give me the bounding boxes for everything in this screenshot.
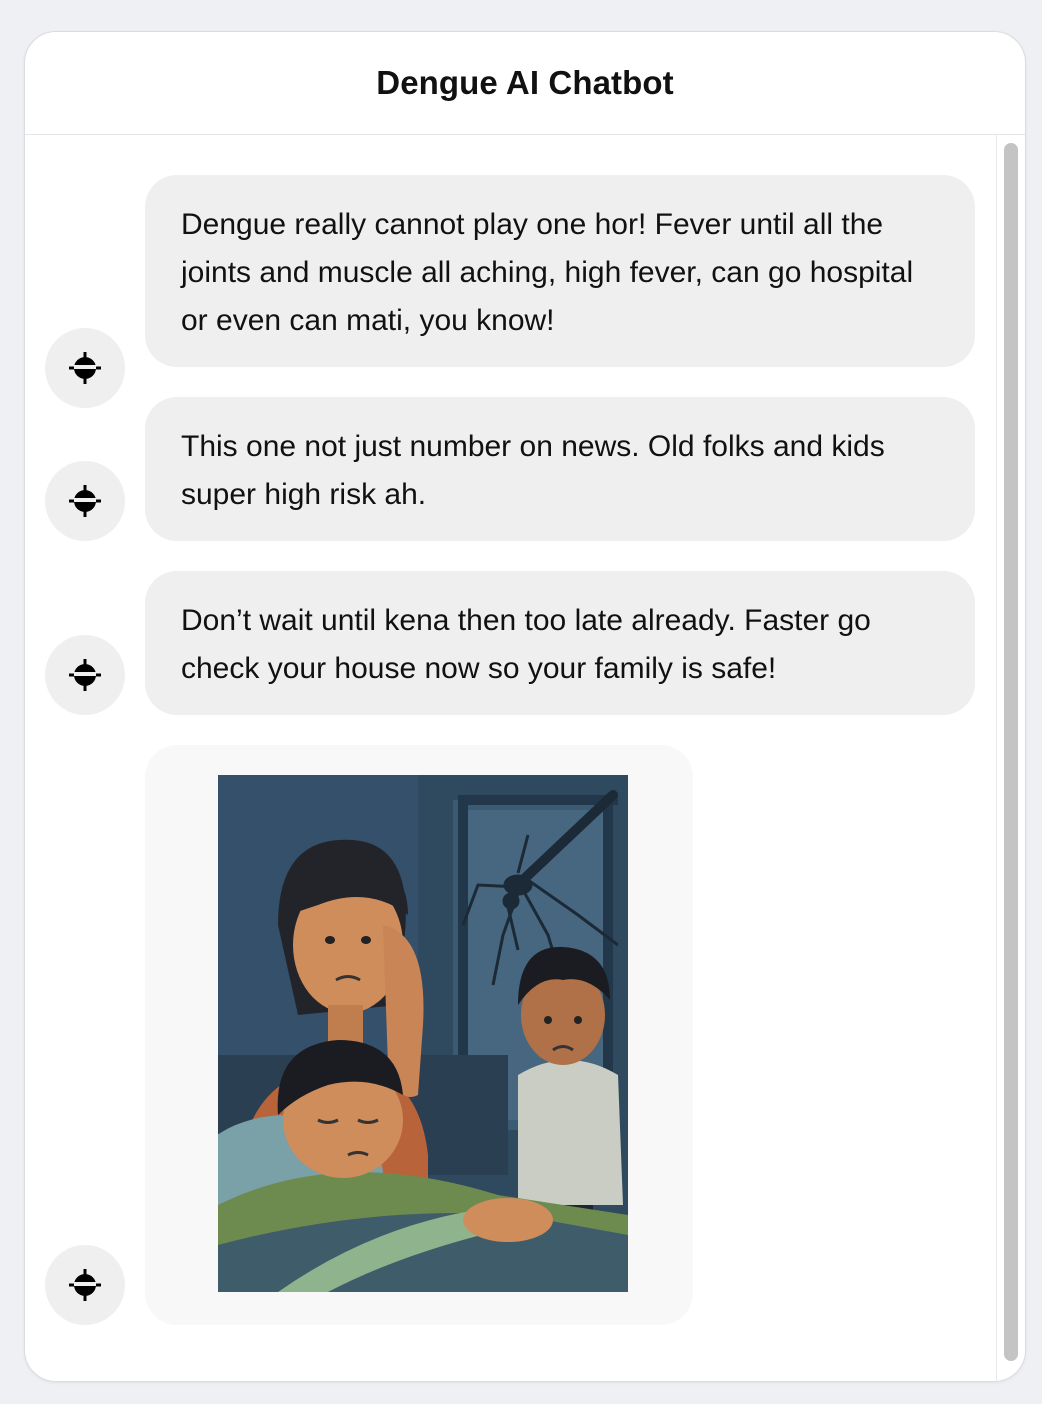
chat-header: Dengue AI Chatbot bbox=[25, 32, 1025, 135]
chat-title: Dengue AI Chatbot bbox=[376, 64, 674, 101]
message-row: Don’t wait until kena then too late alre… bbox=[25, 571, 995, 715]
bot-target-icon bbox=[69, 352, 101, 384]
message-row: This one not just number on news. Old fo… bbox=[25, 397, 995, 541]
bot-avatar bbox=[45, 461, 125, 541]
dengue-family-illustration[interactable] bbox=[218, 775, 628, 1292]
bot-target-icon bbox=[69, 485, 101, 517]
image-message-bubble bbox=[145, 745, 693, 1325]
bot-avatar bbox=[45, 1245, 125, 1325]
bot-target-icon bbox=[69, 1269, 101, 1301]
message-bubble: Dengue really cannot play one hor! Fever… bbox=[145, 175, 975, 367]
scrollbar[interactable] bbox=[996, 135, 1025, 1381]
message-bubble: Don’t wait until kena then too late alre… bbox=[145, 571, 975, 715]
bot-target-icon bbox=[69, 659, 101, 691]
scrollbar-thumb[interactable] bbox=[1004, 143, 1018, 1361]
bot-avatar bbox=[45, 635, 125, 715]
chat-window: Dengue AI Chatbot Dengue really cannot p… bbox=[24, 31, 1026, 1382]
bot-avatar bbox=[45, 328, 125, 408]
message-row: Dengue really cannot play one hor! Fever… bbox=[25, 175, 995, 408]
message-bubble: This one not just number on news. Old fo… bbox=[145, 397, 975, 541]
message-row bbox=[25, 745, 995, 1325]
message-list[interactable]: Dengue really cannot play one hor! Fever… bbox=[25, 135, 995, 1381]
